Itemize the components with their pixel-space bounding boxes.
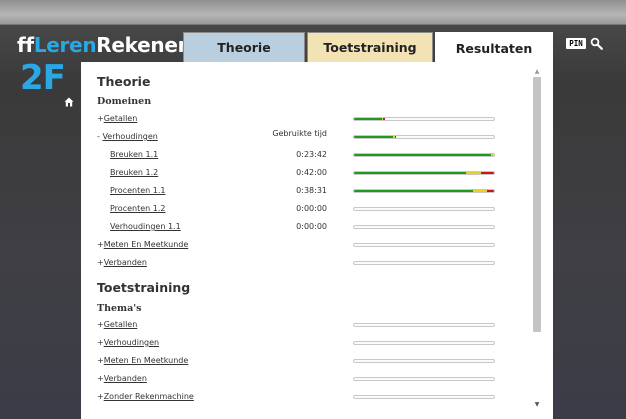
- time-used: 0:42:00: [296, 168, 327, 177]
- theorie-progress-bar: [353, 261, 495, 265]
- theorie-row: Breuken 1.1: [110, 150, 158, 159]
- tab-toetstraining[interactable]: Toetstraining: [307, 32, 433, 62]
- logo-ff: ff: [17, 33, 34, 57]
- theorie-progress-bar: [353, 117, 495, 121]
- progress-red-segment: [487, 190, 494, 192]
- results-content: Theorie Domeinen Gebruikte tijd +Getalle…: [81, 62, 531, 419]
- top-bar: [0, 0, 626, 25]
- expand-toggle[interactable]: +: [97, 338, 104, 347]
- progress-red-segment: [394, 136, 396, 138]
- progress-yellow-segment: [473, 190, 487, 192]
- theorie-row: Verhoudingen 1.1: [110, 222, 181, 231]
- expand-toggle[interactable]: +: [97, 114, 104, 123]
- level-badge: 2F: [20, 58, 66, 98]
- progress-red-segment: [481, 172, 494, 174]
- logo-leren: Leren: [33, 33, 97, 57]
- theorie-row-link[interactable]: Procenten 1.1: [110, 186, 165, 195]
- theorie-row: Breuken 1.2: [110, 168, 158, 177]
- theorie-row: +Meten En Meetkunde: [97, 240, 188, 249]
- search-icon[interactable]: [590, 37, 603, 50]
- theorie-row-link[interactable]: Meten En Meetkunde: [104, 240, 189, 249]
- theorie-row-link[interactable]: Breuken 1.1: [110, 150, 158, 159]
- progress-yellow-segment: [491, 154, 494, 156]
- theorie-progress-bar: [353, 171, 495, 175]
- toets-progress-bar: [353, 341, 495, 345]
- theorie-row-link[interactable]: Verhoudingen: [102, 132, 157, 141]
- toets-row: +Verhoudingen: [97, 338, 159, 347]
- expand-toggle[interactable]: +: [97, 356, 104, 365]
- app-logo: ffLerenRekenen: [17, 33, 192, 57]
- expand-toggle[interactable]: +: [97, 374, 104, 383]
- section-subtitle-themas: Thema's: [97, 303, 142, 314]
- toets-progress-bar: [353, 395, 495, 399]
- expand-toggle[interactable]: +: [97, 392, 104, 401]
- theorie-row-link[interactable]: Breuken 1.2: [110, 168, 158, 177]
- scrollbar[interactable]: ▲ ▼: [533, 68, 541, 414]
- theorie-progress-bar: [353, 135, 495, 139]
- progress-red-segment: [383, 118, 385, 120]
- theorie-row-link[interactable]: Verbanden: [104, 258, 147, 267]
- toets-row-link[interactable]: Verhoudingen: [104, 338, 159, 347]
- progress-green-segment: [354, 118, 382, 120]
- home-icon[interactable]: [64, 97, 74, 107]
- toets-row-link[interactable]: Getallen: [104, 320, 138, 329]
- theorie-progress-bar: [353, 153, 495, 157]
- expand-toggle[interactable]: +: [97, 258, 104, 267]
- progress-green-segment: [354, 136, 394, 138]
- scroll-down-arrow-icon[interactable]: ▼: [533, 401, 541, 409]
- logo-rekenen: Rekenen: [96, 33, 192, 57]
- toets-row: +Getallen: [97, 320, 137, 329]
- toets-progress-bar: [353, 359, 495, 363]
- tab-resultaten[interactable]: Resultaten: [435, 32, 553, 63]
- toets-progress-bar: [353, 323, 495, 327]
- theorie-row: - Verhoudingen: [97, 132, 158, 141]
- expand-toggle[interactable]: +: [97, 320, 104, 329]
- progress-green-segment: [354, 172, 466, 174]
- toets-row: +Meten En Meetkunde: [97, 356, 188, 365]
- time-used: 0:00:00: [296, 204, 327, 213]
- expand-toggle[interactable]: +: [97, 240, 104, 249]
- theorie-row: +Verbanden: [97, 258, 147, 267]
- toets-row: +Zonder Rekenmachine: [97, 392, 194, 401]
- theorie-row-link[interactable]: Verhoudingen 1.1: [110, 222, 181, 231]
- toets-row: +Verbanden: [97, 374, 147, 383]
- toets-row-link[interactable]: Zonder Rekenmachine: [104, 392, 194, 401]
- theorie-row-link[interactable]: Getallen: [104, 114, 138, 123]
- time-column-header: Gebruikte tijd: [272, 129, 327, 138]
- toets-row-link[interactable]: Meten En Meetkunde: [104, 356, 189, 365]
- scrollbar-thumb[interactable]: [533, 77, 541, 332]
- toets-row-link[interactable]: Verbanden: [104, 374, 147, 383]
- tab-theorie[interactable]: Theorie: [183, 32, 305, 62]
- theorie-progress-bar: [353, 189, 495, 193]
- progress-green-segment: [354, 190, 473, 192]
- theorie-row: Procenten 1.1: [110, 186, 165, 195]
- time-used: 0:23:42: [296, 150, 327, 159]
- theorie-progress-bar: [353, 243, 495, 247]
- theorie-progress-bar: [353, 225, 495, 229]
- toets-progress-bar: [353, 377, 495, 381]
- time-used: 0:00:00: [296, 222, 327, 231]
- theorie-row: +Getallen: [97, 114, 137, 123]
- section-subtitle-domeinen: Domeinen: [97, 96, 152, 107]
- theorie-row-link[interactable]: Procenten 1.2: [110, 204, 165, 213]
- pin-button[interactable]: PIN: [566, 38, 586, 49]
- time-used: 0:38:31: [296, 186, 327, 195]
- theorie-row: Procenten 1.2: [110, 204, 165, 213]
- scroll-up-arrow-icon[interactable]: ▲: [533, 68, 541, 76]
- progress-green-segment: [354, 154, 492, 156]
- theorie-progress-bar: [353, 207, 495, 211]
- progress-yellow-segment: [466, 172, 482, 174]
- section-title-toetstraining: Toetstraining: [97, 280, 191, 295]
- results-panel: Theorie Domeinen Gebruikte tijd +Getalle…: [81, 62, 553, 419]
- section-title-theorie: Theorie: [97, 74, 151, 89]
